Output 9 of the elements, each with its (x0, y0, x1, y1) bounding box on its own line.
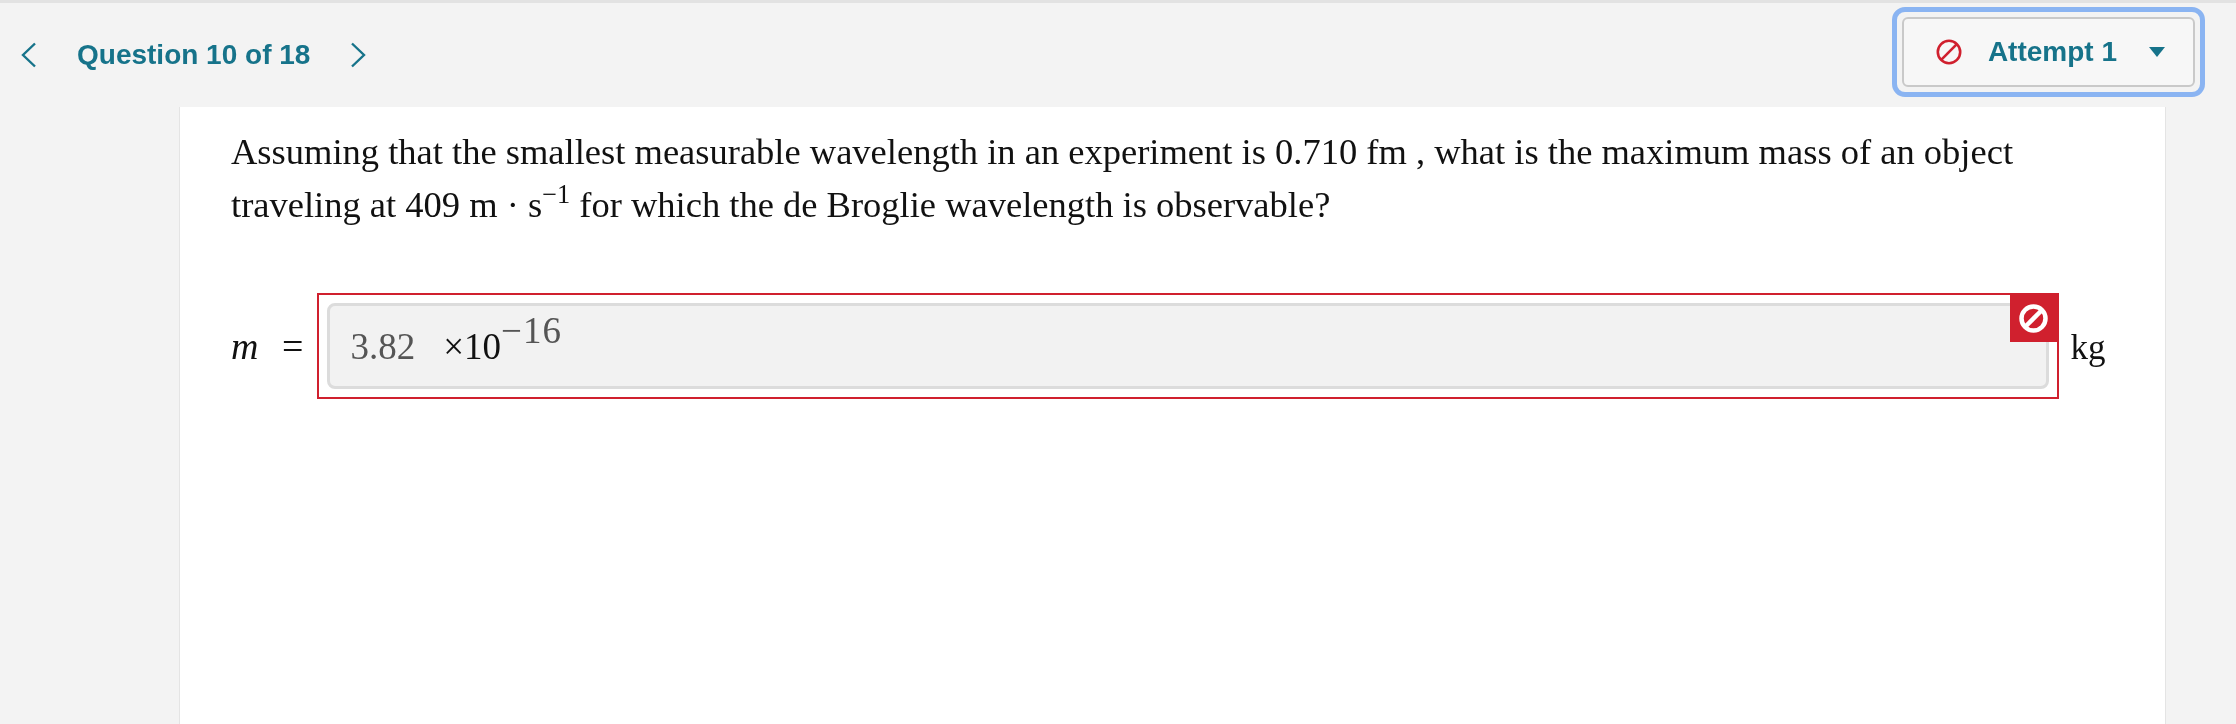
unit-label: kg (2070, 328, 2106, 368)
variable-label: m = (231, 324, 304, 368)
attempt-dropdown[interactable]: Attempt 1 (1891, 7, 2205, 97)
chevron-left-icon[interactable] (20, 42, 37, 68)
caret-down-icon (2149, 47, 2165, 57)
chevron-right-icon[interactable] (350, 42, 368, 68)
question-counter[interactable]: Question 10 of 18 (77, 39, 311, 71)
answer-field[interactable]: 3.82 ×10−16 (327, 303, 2050, 389)
question-text: Assuming that the smallest measurable wavelength in an experiment is 0.710 fm , what is the maximum mass of an object traveling at 409 m · s$^{−1}$ for which the de Broglie wavelength is observable? (231, 130, 2015, 227)
